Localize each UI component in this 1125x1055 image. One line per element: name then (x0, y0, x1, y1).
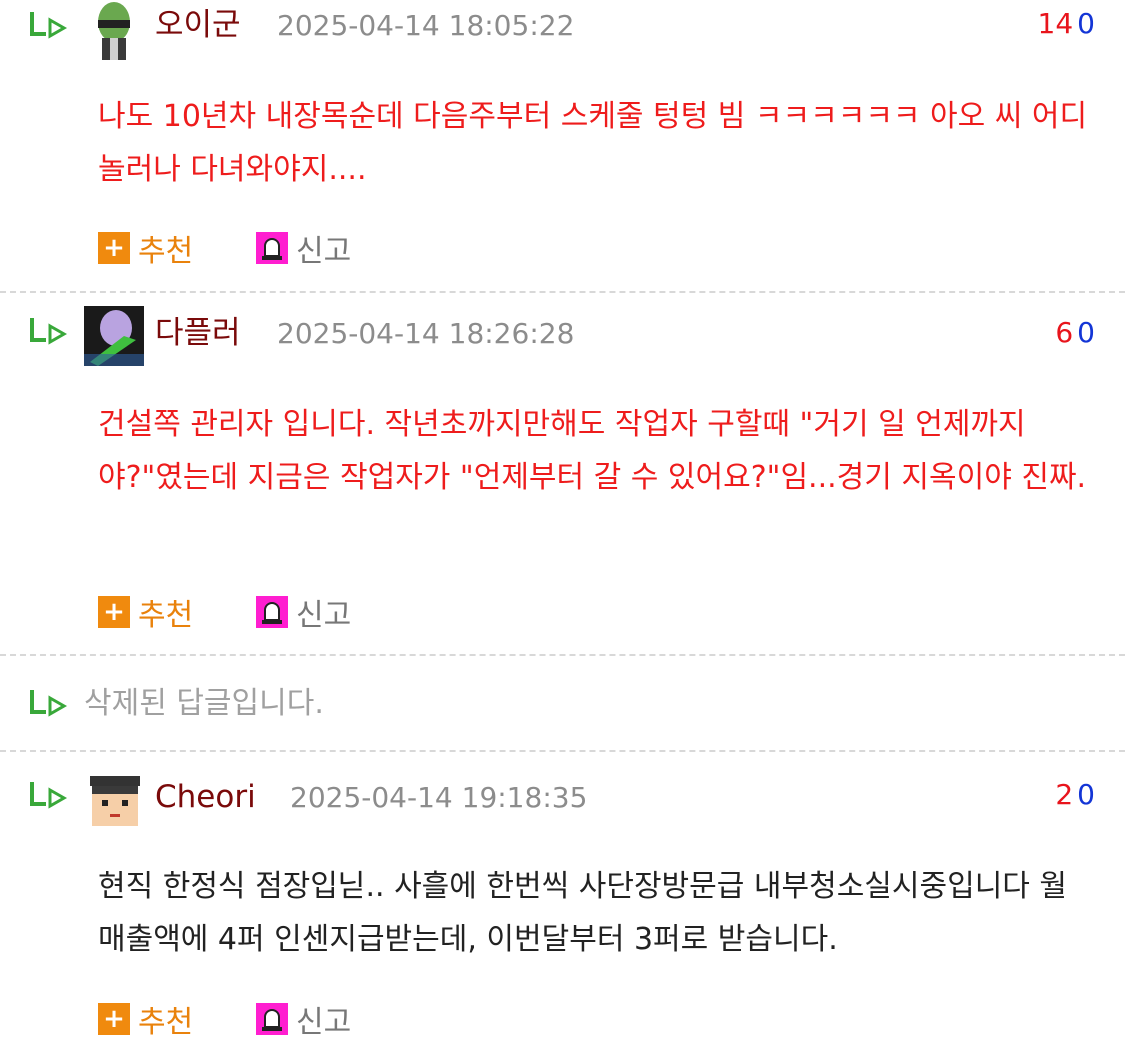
comment-author[interactable]: Cheori (155, 777, 256, 817)
comment-timestamp: 2025-04-14 18:05:22 (277, 9, 575, 42)
graduate-avatar-icon (84, 770, 144, 830)
siren-icon (256, 1003, 288, 1035)
report-label: 신고 (296, 598, 352, 633)
report-button[interactable]: 신고 (256, 590, 351, 634)
recommend-button[interactable]: + 추천 (98, 226, 193, 270)
upvote-count: 2 (1055, 778, 1074, 811)
recommend-label: 추천 (138, 234, 194, 269)
upvote-count: 14 (1037, 7, 1074, 40)
downvote-count: 0 (1077, 778, 1095, 811)
plus-icon: + (98, 1003, 130, 1035)
plus-icon: + (98, 232, 130, 264)
vote-counts: 14 0 (1038, 4, 1095, 44)
avatar[interactable] (84, 0, 144, 60)
report-button[interactable]: 신고 (256, 997, 351, 1041)
report-label: 신고 (296, 234, 352, 269)
siren-icon (256, 232, 288, 264)
comment-divider (0, 291, 1125, 293)
comment-author[interactable]: 오이군 (155, 5, 241, 45)
deleted-reply-text: 삭제된 답글입니다. (84, 686, 324, 721)
comment-body: 현직 한정식 점장입닏.. 사흘에 한번씩 사단장방문급 내부청소실시중입니다 … (98, 869, 1068, 957)
comment-divider (0, 750, 1125, 752)
recommend-label: 추천 (138, 598, 194, 633)
comment-author[interactable]: 다플러 (155, 313, 241, 353)
recommend-button[interactable]: + 추천 (98, 590, 193, 634)
comment-divider (0, 654, 1125, 656)
reply-arrow-icon (30, 318, 68, 345)
recommend-button[interactable]: + 추천 (98, 997, 193, 1041)
report-label: 신고 (296, 1005, 352, 1040)
reply-arrow-icon (30, 782, 68, 809)
report-button[interactable]: 신고 (256, 226, 351, 270)
comment-timestamp: 2025-04-14 18:26:28 (277, 317, 575, 350)
vote-counts: 60 (1055, 313, 1095, 353)
downvote-count: 0 (1077, 7, 1095, 40)
upvote-count: 6 (1055, 316, 1074, 349)
comment-timestamp: 2025-04-14 19:18:35 (290, 781, 588, 814)
avatar[interactable] (84, 770, 144, 830)
vote-counts: 20 (1055, 775, 1095, 815)
plus-icon: + (98, 596, 130, 628)
comment-body: 건설쪽 관리자 입니다. 작년초까지만해도 작업자 구할때 "거기 일 언제까지… (98, 407, 1087, 495)
alien-avatar-icon (84, 306, 144, 366)
downvote-count: 0 (1077, 316, 1095, 349)
siren-icon (256, 596, 288, 628)
reply-arrow-icon (30, 12, 68, 39)
comment-body: 나도 10년차 내장목순데 다음주부터 스케줄 텅텅 빔 ㅋㅋㅋㅋㅋㅋ 아오 씨… (98, 99, 1088, 187)
cucumber-avatar-icon (98, 2, 130, 60)
reply-arrow-icon (30, 690, 68, 717)
avatar[interactable] (84, 306, 144, 366)
recommend-label: 추천 (138, 1005, 194, 1040)
